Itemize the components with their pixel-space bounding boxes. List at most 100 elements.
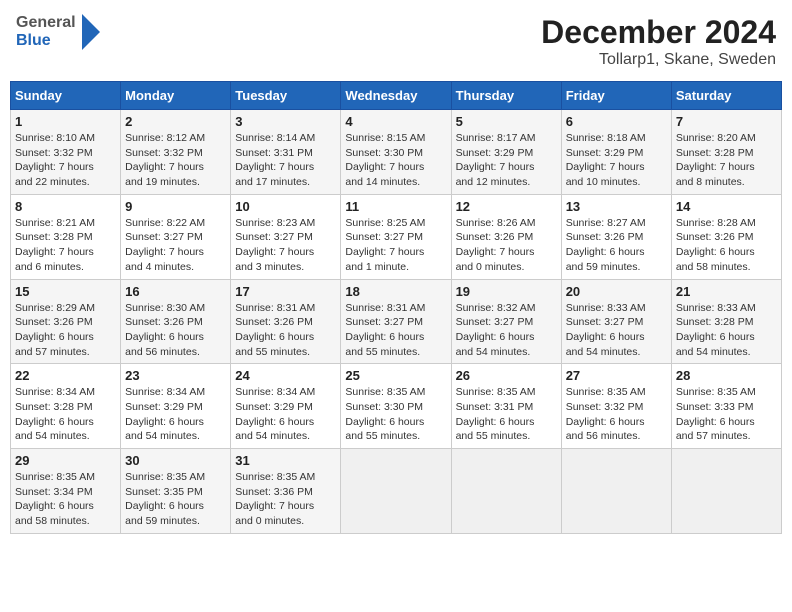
calendar-subtitle: Tollarp1, Skane, Sweden (541, 51, 776, 69)
day-number: 21 (676, 284, 777, 299)
day-number: 2 (125, 114, 226, 129)
header-cell-friday: Friday (561, 82, 671, 110)
day-cell: 22 Sunrise: 8:34 AM Sunset: 3:28 PM Dayli… (11, 364, 121, 449)
day-info: Sunrise: 8:20 AM Sunset: 3:28 PM Dayligh… (676, 131, 777, 190)
day-info: Sunrise: 8:27 AM Sunset: 3:26 PM Dayligh… (566, 216, 667, 275)
day-number: 11 (345, 199, 446, 214)
day-cell: 20 Sunrise: 8:33 AM Sunset: 3:27 PM Dayli… (561, 279, 671, 364)
day-info: Sunrise: 8:15 AM Sunset: 3:30 PM Dayligh… (345, 131, 446, 190)
day-cell: 24 Sunrise: 8:34 AM Sunset: 3:29 PM Dayli… (231, 364, 341, 449)
day-info: Sunrise: 8:35 AM Sunset: 3:34 PM Dayligh… (15, 470, 116, 529)
day-cell: 7Sunrise: 8:20 AM Sunset: 3:28 PM Daylig… (671, 110, 781, 195)
day-number: 18 (345, 284, 446, 299)
day-info: Sunrise: 8:33 AM Sunset: 3:28 PM Dayligh… (676, 301, 777, 360)
day-number: 24 (235, 368, 336, 383)
day-info: Sunrise: 8:34 AM Sunset: 3:29 PM Dayligh… (235, 385, 336, 444)
day-info: Sunrise: 8:35 AM Sunset: 3:31 PM Dayligh… (456, 385, 557, 444)
calendar-table: SundayMondayTuesdayWednesdayThursdayFrid… (10, 81, 782, 534)
calendar-body: 1Sunrise: 8:10 AM Sunset: 3:32 PM Daylig… (11, 110, 782, 534)
day-cell: 17 Sunrise: 8:31 AM Sunset: 3:26 PM Dayli… (231, 279, 341, 364)
logo-general: General (16, 14, 76, 32)
day-cell: 28 Sunrise: 8:35 AM Sunset: 3:33 PM Dayli… (671, 364, 781, 449)
logo-text: General Blue (16, 14, 76, 49)
day-cell: 6 Sunrise: 8:18 AM Sunset: 3:29 PM Daylig… (561, 110, 671, 195)
day-cell: 11 Sunrise: 8:25 AM Sunset: 3:27 PM Dayli… (341, 194, 451, 279)
logo-blue: Blue (16, 32, 76, 50)
day-cell: 19Sunrise: 8:32 AM Sunset: 3:27 PM Dayli… (451, 279, 561, 364)
day-info: Sunrise: 8:26 AM Sunset: 3:26 PM Dayligh… (456, 216, 557, 275)
day-number: 23 (125, 368, 226, 383)
day-number: 1 (15, 114, 116, 129)
day-cell: 25 Sunrise: 8:35 AM Sunset: 3:30 PM Dayli… (341, 364, 451, 449)
day-number: 30 (125, 453, 226, 468)
day-number: 26 (456, 368, 557, 383)
day-number: 16 (125, 284, 226, 299)
day-cell: 26 Sunrise: 8:35 AM Sunset: 3:31 PM Dayli… (451, 364, 561, 449)
header-cell-sunday: Sunday (11, 82, 121, 110)
day-number: 4 (345, 114, 446, 129)
day-info: Sunrise: 8:34 AM Sunset: 3:29 PM Dayligh… (125, 385, 226, 444)
calendar-title: December 2024 (541, 14, 776, 51)
day-info: Sunrise: 8:12 AM Sunset: 3:32 PM Dayligh… (125, 131, 226, 190)
day-number: 15 (15, 284, 116, 299)
day-cell: 4 Sunrise: 8:15 AM Sunset: 3:30 PM Daylig… (341, 110, 451, 195)
day-info: Sunrise: 8:28 AM Sunset: 3:26 PM Dayligh… (676, 216, 777, 275)
header-cell-saturday: Saturday (671, 82, 781, 110)
day-info: Sunrise: 8:25 AM Sunset: 3:27 PM Dayligh… (345, 216, 446, 275)
day-info: Sunrise: 8:30 AM Sunset: 3:26 PM Dayligh… (125, 301, 226, 360)
week-row-2: 8 Sunrise: 8:21 AM Sunset: 3:28 PM Daylig… (11, 194, 782, 279)
day-info: Sunrise: 8:21 AM Sunset: 3:28 PM Dayligh… (15, 216, 116, 275)
day-cell: 18 Sunrise: 8:31 AM Sunset: 3:27 PM Dayli… (341, 279, 451, 364)
day-cell: 30 Sunrise: 8:35 AM Sunset: 3:35 PM Dayli… (121, 449, 231, 534)
day-info: Sunrise: 8:34 AM Sunset: 3:28 PM Dayligh… (15, 385, 116, 444)
day-number: 27 (566, 368, 667, 383)
day-info: Sunrise: 8:35 AM Sunset: 3:32 PM Dayligh… (566, 385, 667, 444)
title-area: December 2024 Tollarp1, Skane, Sweden (541, 14, 776, 69)
day-number: 25 (345, 368, 446, 383)
day-info: Sunrise: 8:14 AM Sunset: 3:31 PM Dayligh… (235, 131, 336, 190)
day-cell (561, 449, 671, 534)
day-cell: 10Sunrise: 8:23 AM Sunset: 3:27 PM Dayli… (231, 194, 341, 279)
day-number: 19 (456, 284, 557, 299)
day-cell: 16 Sunrise: 8:30 AM Sunset: 3:26 PM Dayli… (121, 279, 231, 364)
day-cell: 8 Sunrise: 8:21 AM Sunset: 3:28 PM Daylig… (11, 194, 121, 279)
day-cell (341, 449, 451, 534)
day-info: Sunrise: 8:31 AM Sunset: 3:26 PM Dayligh… (235, 301, 336, 360)
header-cell-tuesday: Tuesday (231, 82, 341, 110)
day-info: Sunrise: 8:35 AM Sunset: 3:33 PM Dayligh… (676, 385, 777, 444)
week-row-5: 29 Sunrise: 8:35 AM Sunset: 3:34 PM Dayli… (11, 449, 782, 534)
day-number: 29 (15, 453, 116, 468)
day-number: 22 (15, 368, 116, 383)
logo: General Blue (16, 14, 100, 50)
day-number: 6 (566, 114, 667, 129)
day-number: 17 (235, 284, 336, 299)
header: General Blue December 2024 Tollarp1, Ska… (10, 10, 782, 73)
day-cell: 1Sunrise: 8:10 AM Sunset: 3:32 PM Daylig… (11, 110, 121, 195)
calendar-header: SundayMondayTuesdayWednesdayThursdayFrid… (11, 82, 782, 110)
day-cell: 27 Sunrise: 8:35 AM Sunset: 3:32 PM Dayli… (561, 364, 671, 449)
header-row: SundayMondayTuesdayWednesdayThursdayFrid… (11, 82, 782, 110)
day-number: 9 (125, 199, 226, 214)
day-number: 14 (676, 199, 777, 214)
week-row-1: 1Sunrise: 8:10 AM Sunset: 3:32 PM Daylig… (11, 110, 782, 195)
day-cell: 3Sunrise: 8:14 AM Sunset: 3:31 PM Daylig… (231, 110, 341, 195)
day-info: Sunrise: 8:18 AM Sunset: 3:29 PM Dayligh… (566, 131, 667, 190)
day-info: Sunrise: 8:33 AM Sunset: 3:27 PM Dayligh… (566, 301, 667, 360)
day-number: 10 (235, 199, 336, 214)
day-info: Sunrise: 8:35 AM Sunset: 3:35 PM Dayligh… (125, 470, 226, 529)
day-cell: 5Sunrise: 8:17 AM Sunset: 3:29 PM Daylig… (451, 110, 561, 195)
day-cell: 9 Sunrise: 8:22 AM Sunset: 3:27 PM Daylig… (121, 194, 231, 279)
day-cell (671, 449, 781, 534)
day-number: 28 (676, 368, 777, 383)
day-info: Sunrise: 8:35 AM Sunset: 3:30 PM Dayligh… (345, 385, 446, 444)
day-info: Sunrise: 8:29 AM Sunset: 3:26 PM Dayligh… (15, 301, 116, 360)
day-info: Sunrise: 8:31 AM Sunset: 3:27 PM Dayligh… (345, 301, 446, 360)
day-cell: 21 Sunrise: 8:33 AM Sunset: 3:28 PM Dayli… (671, 279, 781, 364)
day-info: Sunrise: 8:17 AM Sunset: 3:29 PM Dayligh… (456, 131, 557, 190)
day-cell: 23 Sunrise: 8:34 AM Sunset: 3:29 PM Dayli… (121, 364, 231, 449)
day-cell: 12Sunrise: 8:26 AM Sunset: 3:26 PM Dayli… (451, 194, 561, 279)
day-info: Sunrise: 8:22 AM Sunset: 3:27 PM Dayligh… (125, 216, 226, 275)
day-number: 8 (15, 199, 116, 214)
day-number: 20 (566, 284, 667, 299)
day-number: 31 (235, 453, 336, 468)
